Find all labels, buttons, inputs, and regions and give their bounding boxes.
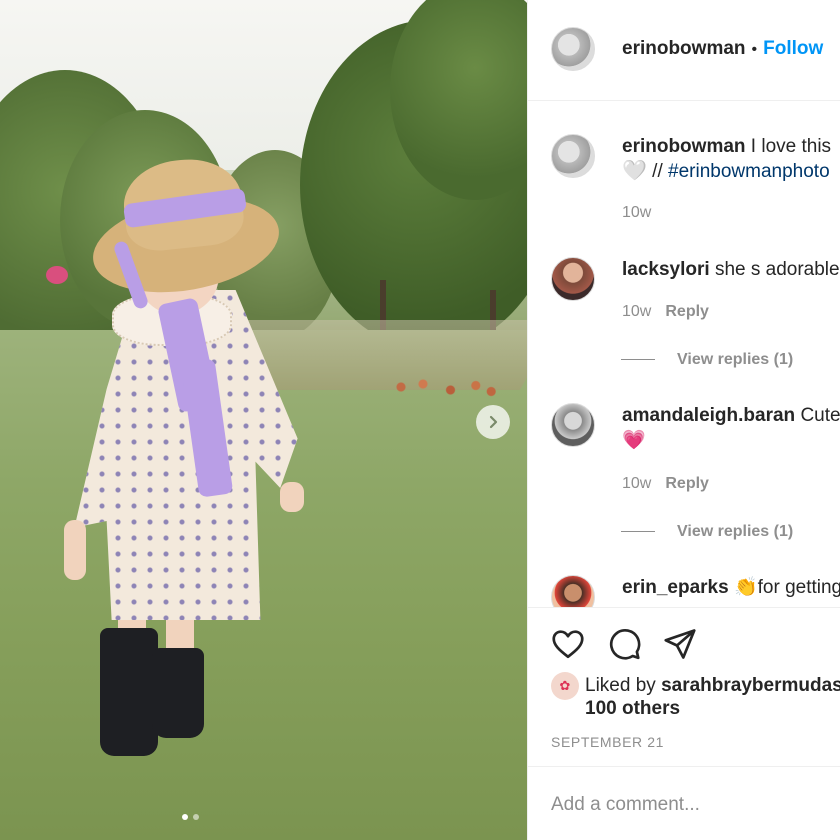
commenter-avatar[interactable] [551, 257, 595, 301]
comment-meta: 10w [622, 204, 651, 222]
girl-boot [152, 648, 204, 738]
liked-by-others[interactable]: 100 others [585, 698, 680, 720]
photo-apples [390, 372, 500, 402]
header-separator: • [751, 41, 758, 58]
comment-username[interactable]: erinobowman [622, 136, 746, 157]
comment-meta: 10w Reply [622, 475, 709, 493]
commenter-avatar[interactable] [551, 403, 595, 447]
comment-text: Cute [800, 405, 840, 426]
comment-text: I love this [750, 136, 832, 157]
commenter-avatar[interactable] [551, 134, 595, 178]
white-heart-emoji: 🤍 [622, 160, 647, 182]
comment-time: 10w [622, 303, 652, 320]
liked-by-row: ✿ Liked by sarahbraybermudas [551, 672, 840, 700]
author-username[interactable]: erinobowman [622, 38, 746, 59]
chevron-right-icon [489, 415, 498, 429]
comment-separator: // [646, 161, 669, 182]
comment-time: 10w [622, 204, 652, 221]
comment-icon[interactable] [606, 626, 642, 662]
view-replies-label: View replies (1) [677, 351, 794, 368]
carousel-dot [193, 814, 199, 820]
comment-username[interactable]: erin_eparks [622, 577, 729, 598]
action-icons [550, 626, 698, 662]
comments-list[interactable]: erinobowman I love this 🤍 // #erinbowman… [528, 101, 840, 607]
comment-meta: 10w Reply [622, 303, 709, 321]
comment-body: amandaleigh.baran Cute 💗 [622, 403, 840, 453]
add-comment-input[interactable] [551, 794, 821, 816]
photo-flower [46, 266, 68, 284]
comment-body: lacksylori she s adorable [622, 257, 840, 282]
post-photo [0, 0, 527, 840]
comment-body: erinobowman I love this 🤍 // #erinbowman… [622, 134, 831, 184]
post-actions: ✿ Liked by sarahbraybermudas 100 others S… [528, 607, 840, 840]
post-header: erinobowman • Follow [528, 0, 840, 101]
view-replies-label: View replies (1) [677, 523, 794, 540]
comment-username[interactable]: lacksylori [622, 259, 710, 280]
carousel-next-button[interactable] [476, 405, 510, 439]
post-date[interactable]: SEPTEMBER 21 [551, 734, 664, 750]
heart-icon[interactable] [550, 626, 586, 662]
comment-text: 👏for getting [733, 577, 840, 598]
carousel-dots [182, 814, 199, 820]
reply-button[interactable]: Reply [665, 475, 709, 492]
comment-text: she s adorable [714, 259, 840, 280]
liked-by-prefix: Liked by [585, 675, 656, 697]
liked-by-user[interactable]: sarahbraybermudas [661, 675, 840, 696]
reply-button[interactable]: Reply [665, 303, 709, 320]
commenter-avatar[interactable] [551, 575, 595, 607]
header-author-row: erinobowman • Follow [622, 38, 823, 60]
view-replies-button[interactable]: View replies (1) [621, 523, 793, 541]
comment-time: 10w [622, 475, 652, 492]
hashtag-link[interactable]: #erinbowmanphoto [668, 161, 830, 182]
replies-line [621, 359, 655, 361]
comment-username[interactable]: amandaleigh.baran [622, 405, 795, 426]
girl-hand [280, 482, 304, 512]
girl-hand [64, 520, 86, 580]
comment-body: erin_eparks 👏for getting [622, 575, 840, 600]
follow-button[interactable]: Follow [763, 38, 823, 59]
post-sidebar: erinobowman • Follow erinobowman I love th… [527, 0, 840, 840]
replies-line [621, 531, 655, 533]
pink-heart-emoji: 💗 [622, 430, 646, 451]
carousel-dot [182, 814, 188, 820]
author-avatar[interactable] [551, 27, 595, 71]
add-comment-row [528, 766, 840, 840]
view-replies-button[interactable]: View replies (1) [621, 351, 793, 369]
girl-boot [100, 628, 158, 756]
liker-avatar[interactable]: ✿ [551, 672, 579, 700]
share-icon[interactable] [662, 626, 698, 662]
